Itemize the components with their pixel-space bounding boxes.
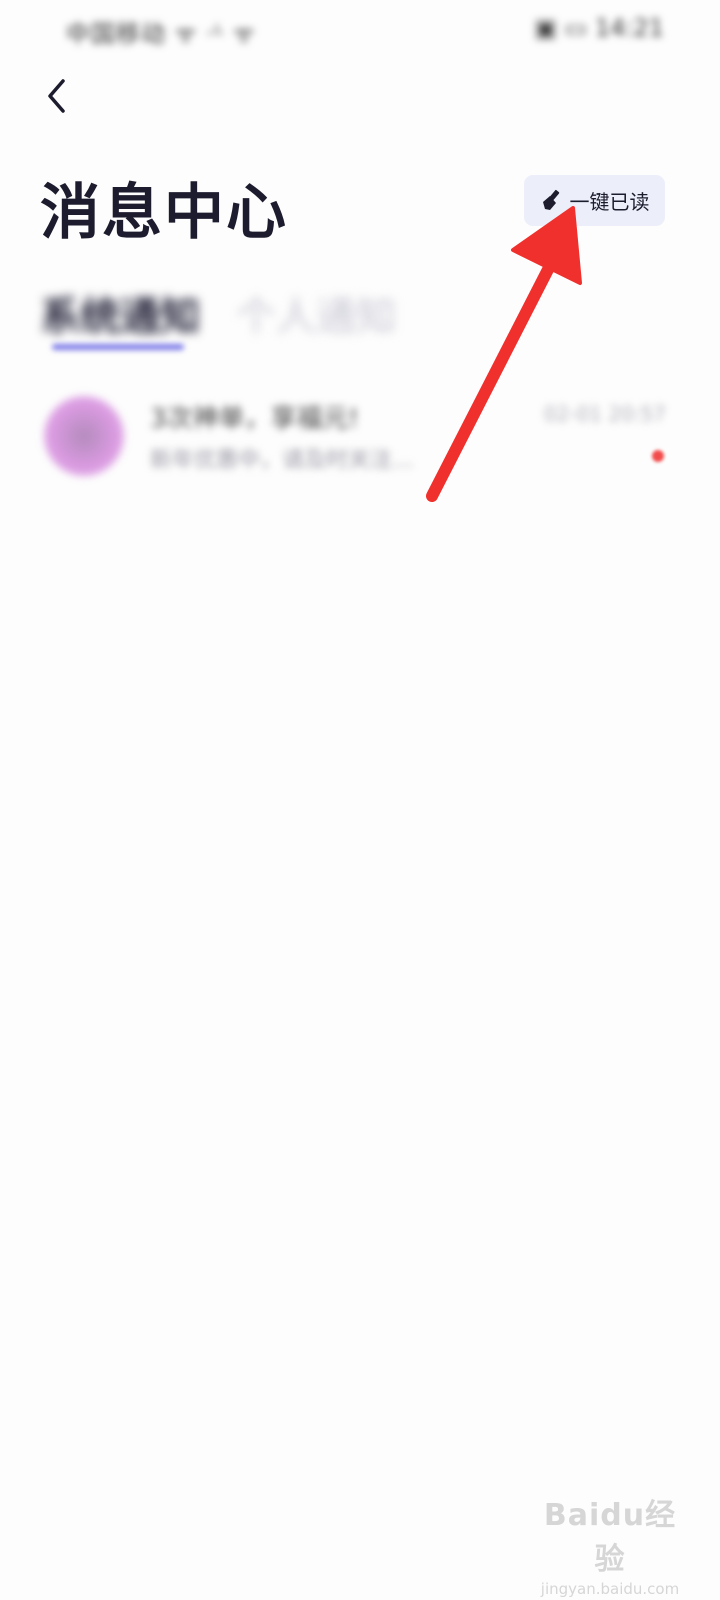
mark-all-read-button[interactable]: 一键已读 xyxy=(524,175,665,226)
tab-personal-notifications[interactable]: 个人通知 xyxy=(236,284,396,342)
baidu-watermark: Baidu经验 jingyan.baidu.com xyxy=(540,1490,680,1598)
watermark-url: jingyan.baidu.com xyxy=(540,1580,680,1598)
status-bar: 中国移动 ᯤ ‧ᴸ ᯤ ▣ ▭ 14:21 xyxy=(0,0,720,56)
unread-dot xyxy=(652,450,664,462)
tab-system-notifications[interactable]: 系统通知 xyxy=(40,284,200,342)
message-title: 3次神单，享福元! xyxy=(150,404,359,434)
status-clock: ▣ ▭ 14:21 xyxy=(534,14,664,42)
mark-all-read-label: 一键已读 xyxy=(569,190,650,214)
message-preview: 新年优惠中，请及时关注… xyxy=(150,448,415,473)
active-tab-indicator xyxy=(52,344,184,350)
watermark-logo: Baidu经验 xyxy=(543,1498,677,1577)
broom-icon xyxy=(542,189,559,210)
notification-tabs: 系统通知 个人通知 xyxy=(40,284,680,364)
page-title: 消息中心 xyxy=(40,178,288,248)
status-carrier: 中国移动 ᯤ ‧ᴸ ᯤ xyxy=(66,20,256,48)
chevron-left-icon xyxy=(48,79,65,113)
message-time: 02-01 20:57 xyxy=(543,402,666,426)
avatar xyxy=(44,396,124,476)
back-button[interactable] xyxy=(34,72,78,120)
message-list-item[interactable]: 3次神单，享福元! 新年优惠中，请及时关注… 02-01 20:57 xyxy=(0,388,720,498)
